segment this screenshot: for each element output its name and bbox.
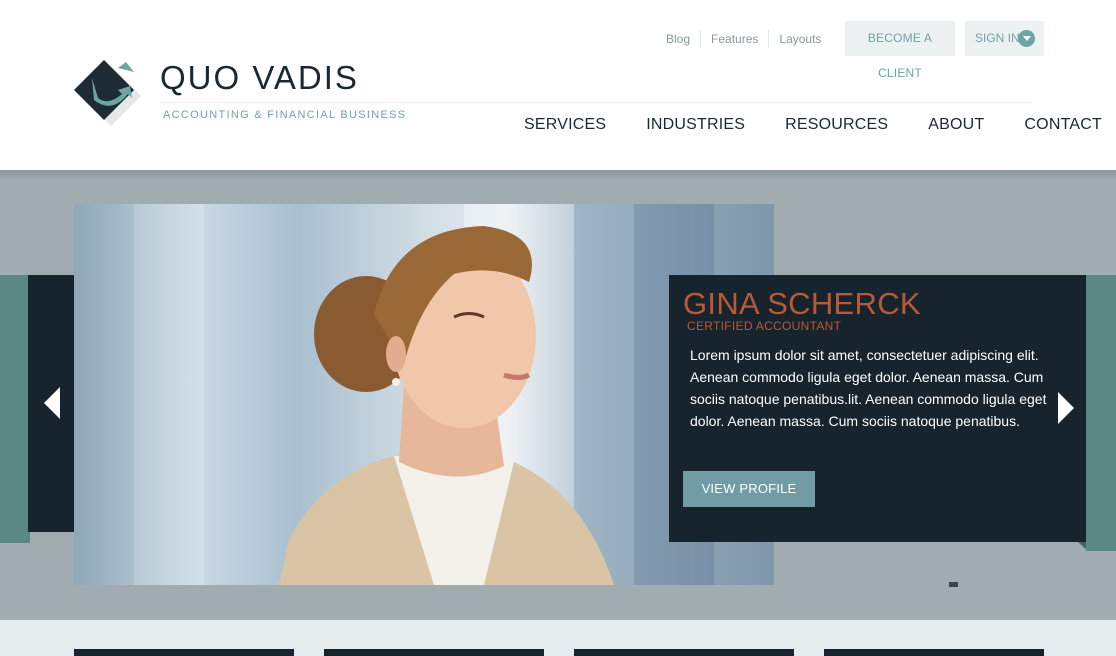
hero-top-shadow: [0, 170, 1116, 180]
person-name: GINA SCHERCK: [683, 286, 921, 321]
chevron-down-icon: [1018, 30, 1035, 47]
sign-in-label: SIGN IN: [975, 31, 1020, 45]
sign-in-button[interactable]: SIGN IN: [965, 21, 1044, 56]
become-client-button[interactable]: BECOME A CLIENT: [845, 21, 955, 80]
feature-card-3[interactable]: [574, 649, 794, 656]
brand-tagline: ACCOUNTING & FINANCIAL BUSINESS: [163, 109, 407, 121]
slider-pager-dot[interactable]: [949, 582, 958, 587]
person-title: CERTIFIED ACCOUNTANT: [687, 319, 842, 333]
feature-card-2[interactable]: [324, 649, 544, 656]
logo-icon[interactable]: [74, 60, 144, 130]
brand-name[interactable]: QUO VADIS: [160, 58, 359, 98]
features-band: [0, 620, 1116, 656]
slide-info-panel: GINA SCHERCK CERTIFIED ACCOUNTANT Lorem …: [669, 275, 1089, 542]
arrow-left-icon[interactable]: [44, 387, 60, 419]
top-links: Blog Features Layouts: [656, 30, 831, 48]
nav-item-services[interactable]: SERVICES: [504, 114, 626, 136]
nav-item-industries[interactable]: INDUSTRIES: [626, 114, 765, 136]
top-link-blog[interactable]: Blog: [656, 30, 700, 48]
main-nav: SERVICES INDUSTRIES RESOURCES ABOUT CONT…: [504, 114, 1116, 136]
nav-item-contact[interactable]: CONTACT: [1004, 114, 1116, 136]
header-divider: [160, 102, 1033, 103]
site-header: QUO VADIS ACCOUNTING & FINANCIAL BUSINES…: [0, 0, 1116, 170]
hero-slider: GINA SCHERCK CERTIFIED ACCOUNTANT Lorem …: [0, 170, 1116, 620]
nav-item-resources[interactable]: RESOURCES: [765, 114, 908, 136]
top-link-features[interactable]: Features: [700, 30, 768, 48]
feature-card-4[interactable]: [824, 649, 1044, 656]
view-profile-button[interactable]: VIEW PROFILE: [683, 471, 815, 507]
person-description: Lorem ipsum dolor sit amet, consectetuer…: [690, 347, 1047, 429]
slider-side-tab-right-teal: [1086, 275, 1116, 551]
slider-side-tab-left-teal: [0, 275, 30, 543]
nav-item-about[interactable]: ABOUT: [908, 114, 1004, 136]
top-link-layouts[interactable]: Layouts: [768, 30, 831, 48]
feature-card-1[interactable]: [74, 649, 294, 656]
arrow-right-icon[interactable]: [1058, 392, 1074, 424]
